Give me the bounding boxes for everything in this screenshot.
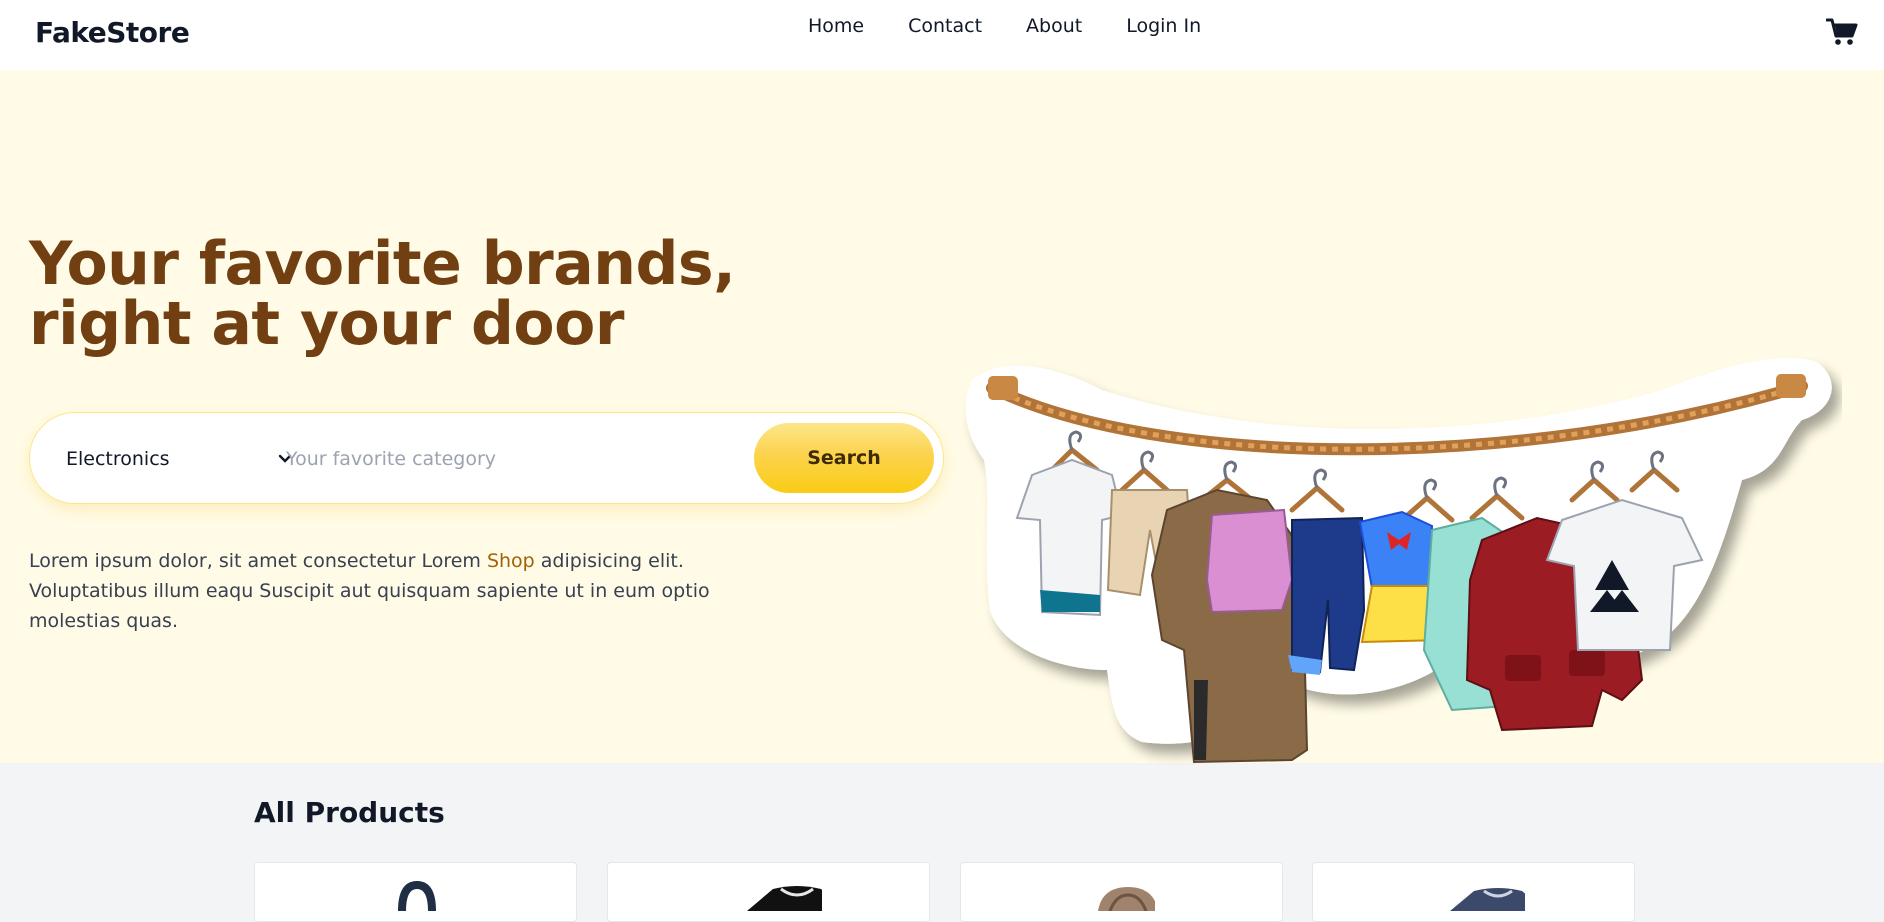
product-image	[1450, 888, 1525, 911]
nav-link-login[interactable]: Login In	[1126, 15, 1201, 37]
product-image	[398, 881, 436, 911]
product-image	[747, 886, 822, 911]
hero-description: Lorem ipsum dolor, sit amet consectetur …	[29, 546, 789, 636]
shop-link[interactable]: Shop	[487, 550, 535, 572]
hero-title: Your favorite brands, right at your door	[29, 229, 736, 359]
search-button[interactable]: Search	[754, 423, 934, 493]
brand-logo[interactable]: FakeStore	[35, 16, 190, 49]
cart-icon[interactable]	[1826, 18, 1858, 46]
product-card[interactable]	[254, 862, 577, 922]
product-card[interactable]	[607, 862, 930, 922]
all-products-title: All Products	[254, 796, 445, 829]
product-card[interactable]	[1312, 862, 1635, 922]
nav-link-about[interactable]: About	[1026, 15, 1082, 37]
nav-link-home[interactable]: Home	[808, 15, 864, 37]
hero-section: Your favorite brands, right at your door…	[0, 70, 1884, 764]
top-navbar: FakeStore Home Contact About Login In	[0, 0, 1884, 70]
search-input[interactable]	[286, 435, 766, 483]
category-select-value: Electronics	[66, 448, 170, 470]
product-image	[1098, 887, 1155, 911]
nav-links: Home Contact About Login In	[808, 15, 1201, 37]
hero-description-text-1: Lorem ipsum dolor, sit amet consectetur …	[29, 550, 487, 572]
nav-link-contact[interactable]: Contact	[908, 15, 982, 37]
product-card[interactable]	[960, 862, 1283, 922]
search-bar: Electronics Search	[29, 412, 944, 504]
clothesline-illustration	[965, 357, 1832, 764]
category-select[interactable]: Electronics	[66, 435, 296, 483]
